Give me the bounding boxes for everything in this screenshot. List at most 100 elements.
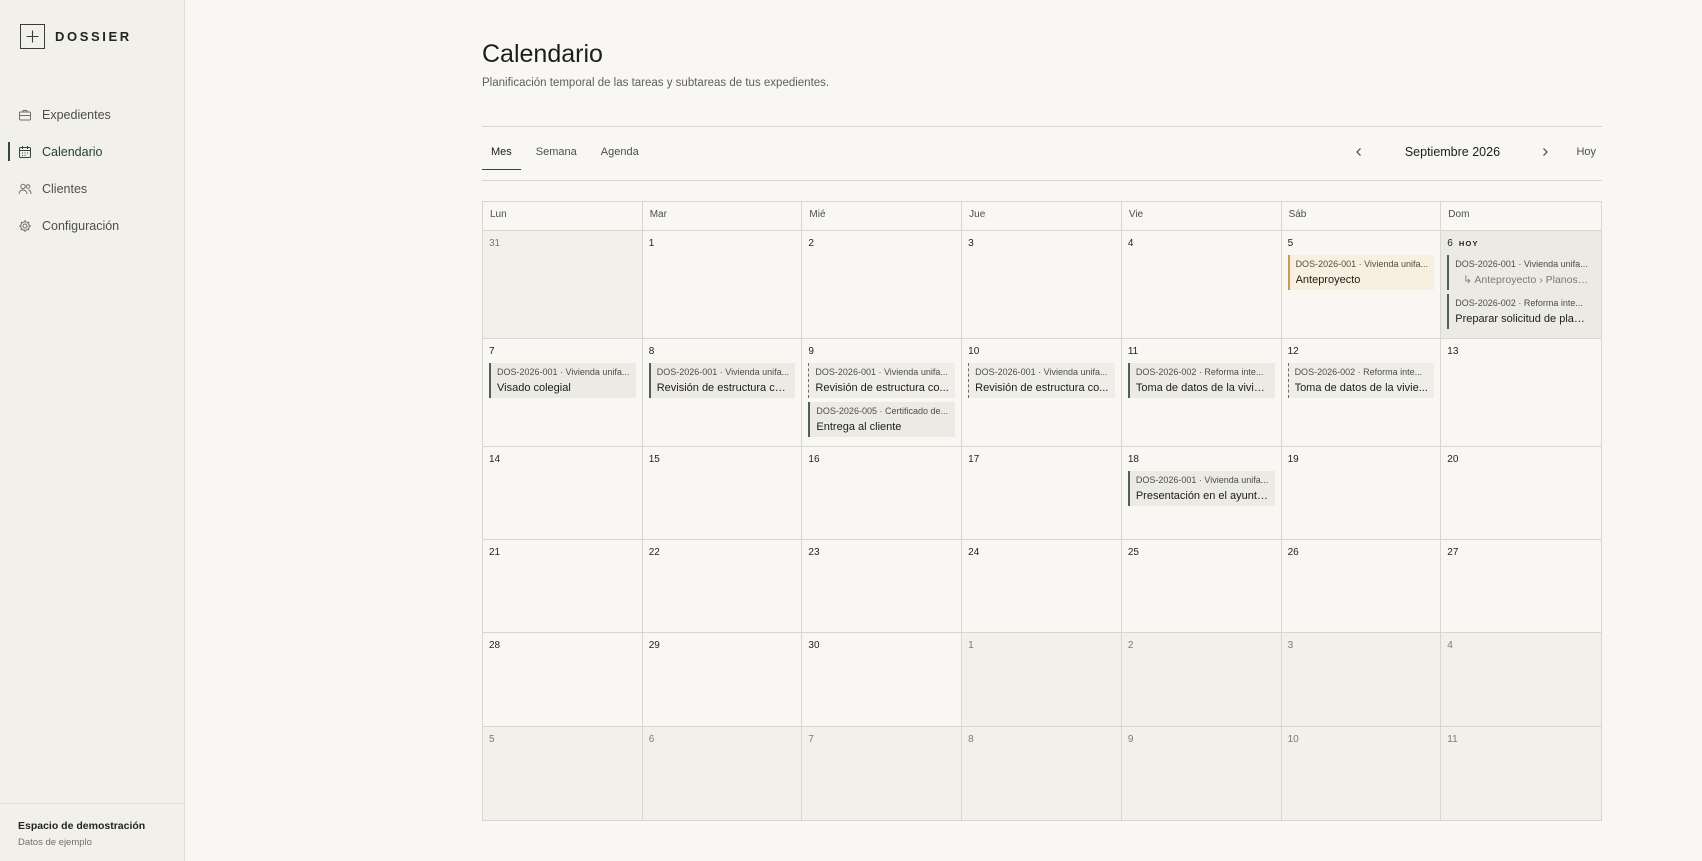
calendar-event[interactable]: DOS-2026-005 · Certificado de... Entrega … [808,402,956,437]
weekday-label: Jue [962,202,1122,230]
calendar-day[interactable]: 1 [643,231,803,338]
sidebar-item-configuracion[interactable]: Configuración [0,207,184,244]
calendar-day[interactable]: 21 [483,540,643,632]
prev-month-button[interactable] [1350,143,1368,161]
calendar-day[interactable]: 7 DOS-2026-001 · Vivienda unifa... Visado … [483,339,643,446]
calendar-event[interactable]: DOS-2026-001 · Vivienda unifa... ↳ Antepr… [1447,255,1595,290]
calendar-day[interactable]: 20 [1441,447,1601,539]
event-title: Visado colegial [497,382,571,394]
calendar-event[interactable]: DOS-2026-001 · Vivienda unifa... Revisión… [968,363,1115,398]
calendar-event[interactable]: DOS-2026-001 · Vivienda unifa... Presenta… [1127,471,1275,506]
calendar-day[interactable]: 2 [1121,633,1282,726]
month-calendar: Lun Mar Mié Jue Vie Sáb Dom 31 1 2 3 4 5 DOS-2… [482,201,1602,821]
calendar-day[interactable]: 3 [962,231,1122,338]
event-code: DOS-2026-001 · Vivienda unifa... [1135,475,1269,485]
calendar-day[interactable]: 9 [1121,727,1282,820]
day-number-text: 12 [1287,345,1299,357]
calendar-day[interactable]: 24 [962,540,1122,632]
day-number-text: 23 [808,546,820,558]
calendar-event[interactable]: DOS-2026-001 · Vivienda unifa... Revisión… [808,363,956,398]
calendar-day[interactable]: 11 [1441,727,1601,820]
day-number: 17 [968,453,1115,465]
calendar-week-row: 5 6 7 8 9 10 11 [483,727,1601,820]
calendar-day[interactable]: 25 [1122,540,1282,632]
event-title: Presentación en el ayunta... [1135,490,1269,502]
day-number: 11 [1128,345,1275,357]
page-title: Calendario [482,40,603,68]
calendar-day[interactable]: 1 [962,633,1122,726]
tab-agenda[interactable]: Agenda [592,142,648,170]
calendar-day[interactable]: 27 [1441,540,1601,632]
calendar-day[interactable]: 13 [1441,339,1601,446]
calendar-event[interactable]: DOS-2026-001 · Vivienda unifa... Visado c… [489,363,636,398]
logo[interactable]: DOSSIER [20,24,132,49]
day-number: 18 [1128,453,1275,465]
day-number: 28 [489,639,636,651]
calendar-day[interactable]: 2 [802,231,963,338]
calendar-day[interactable]: 28 [483,633,643,726]
calendar-day[interactable]: 31 [483,231,643,338]
day-number-text: 9 [1127,733,1134,745]
sidebar-item-label: Clientes [42,181,88,196]
weekday-label: Mié [802,202,963,230]
calendar-day[interactable]: 8 [962,727,1122,820]
event-title: Revisión de estructura co... [815,382,949,394]
calendar-day[interactable]: 6 [642,727,803,820]
tab-semana[interactable]: Semana [527,142,586,170]
day-number-text: 22 [648,546,660,558]
calendar-day[interactable]: 29 [643,633,803,726]
calendar-day[interactable]: 10 [1281,727,1442,820]
day-number-text: 20 [1447,453,1459,465]
day-number-text: 17 [968,453,980,465]
weekday-label: Dom [1448,209,1470,220]
today-button[interactable]: Hoy [1576,146,1602,158]
calendar-day[interactable]: 10 DOS-2026-001 · Vivienda unifa... Revisi… [962,339,1122,446]
calendar-day[interactable]: 17 [962,447,1122,539]
calendar-day[interactable]: 12 DOS-2026-002 · Reforma inte... Toma de … [1282,339,1442,446]
calendar-day[interactable]: 30 [802,633,963,726]
day-number-text: 10 [968,345,980,357]
calendar-day[interactable]: 18 DOS-2026-001 · Vivienda unifa... Presen… [1122,447,1282,539]
calendar-day[interactable]: 9 DOS-2026-001 · Vivienda unifa... Revisió… [802,339,963,446]
calendar-day[interactable]: 23 [802,540,963,632]
calendar-day[interactable]: 5 DOS-2026-001 · Vivienda unifa... Antepro… [1282,231,1442,338]
calendar-event[interactable]: DOS-2026-001 · Vivienda unifa... Anteproy… [1287,255,1435,290]
day-number: 16 [808,453,955,465]
calendar-event[interactable]: DOS-2026-002 · Reforma inte... Toma de da… [1127,363,1275,398]
day-number: 11 [1447,733,1595,745]
calendar-day[interactable]: 11 DOS-2026-002 · Reforma inte... Toma de … [1122,339,1282,446]
calendar-day[interactable]: 4 [1441,633,1601,726]
sidebar-item-label: Configuración [42,218,120,233]
workspace-info[interactable]: Espacio de demostración Datos de ejemplo [0,803,184,861]
tab-mes[interactable]: Mes [482,142,521,170]
next-month-button[interactable] [1536,143,1554,161]
day-number-text: 1 [648,237,655,249]
calendar-day[interactable]: 14 [483,447,643,539]
calendar-day[interactable]: 3 [1281,633,1442,726]
calendar-day[interactable]: 16 [802,447,963,539]
calendar-day[interactable]: 8 DOS-2026-001 · Vivienda unifa... Revisió… [643,339,803,446]
calendar-day[interactable]: 5 [483,727,643,820]
day-number: 22 [649,546,796,558]
calendar-event[interactable]: DOS-2026-002 · Reforma inte... Preparar s… [1447,294,1595,329]
calendar-day[interactable]: 7 [802,727,963,820]
calendar-week-row: 21 22 23 24 25 26 27 [483,540,1601,633]
calendar-day[interactable]: 4 [1122,231,1282,338]
calendar-day[interactable]: 22 [643,540,803,632]
calendar-day-today[interactable]: 6 HOY DOS-2026-001 · Vivienda unifa... ↳ An… [1441,231,1601,338]
event-code: DOS-2026-001 · Vivienda unifa... [1295,259,1428,269]
day-number: 13 [1447,345,1595,357]
event-title: Toma de datos de la vivie... [1135,382,1269,394]
sidebar-item-calendario[interactable]: Calendario [0,133,184,170]
day-number-text: 4 [1127,237,1134,249]
weekday-header: Lun Mar Mié Jue Vie Sáb Dom [483,202,1601,231]
calendar-day[interactable]: 26 [1282,540,1442,632]
calendar-event[interactable]: DOS-2026-001 · Vivienda unifa... Revisión… [648,363,796,398]
calendar-day[interactable]: 15 [643,447,803,539]
day-number: 26 [1288,546,1435,558]
sidebar-item-expedientes[interactable]: Expedientes [0,96,184,133]
sidebar-item-clientes[interactable]: Clientes [0,170,184,207]
calendar-icon [18,145,32,159]
calendar-day[interactable]: 19 [1282,447,1442,539]
calendar-event[interactable]: DOS-2026-002 · Reforma inte... Toma de da… [1287,363,1435,398]
